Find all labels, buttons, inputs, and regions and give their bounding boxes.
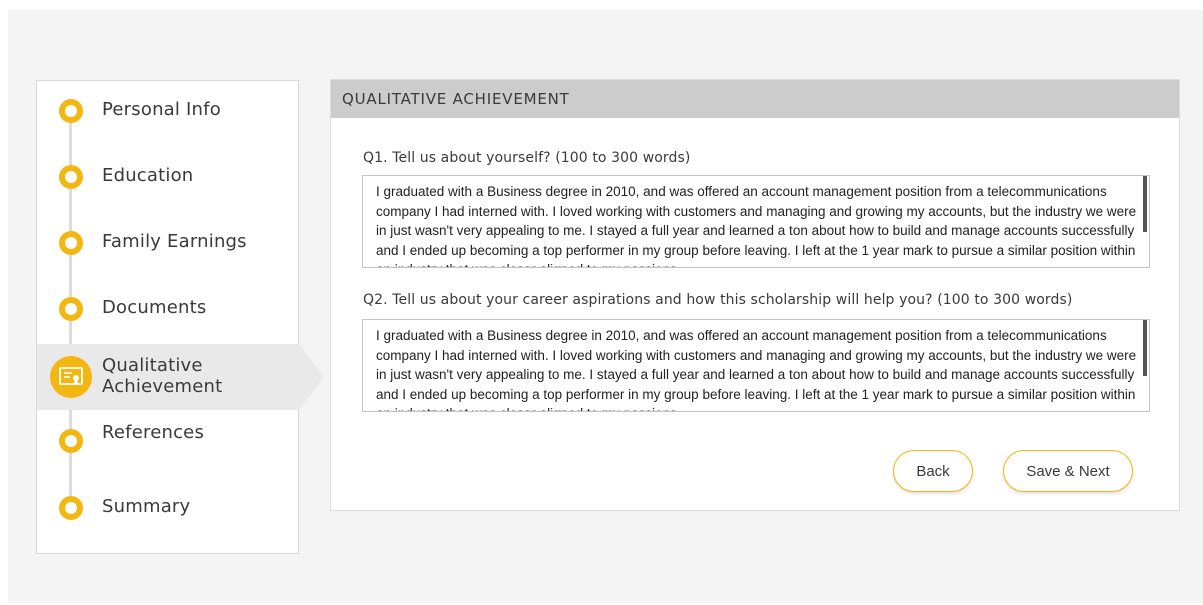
step-education[interactable]: Education [37, 161, 299, 193]
step-label: Qualitative Achievement [102, 355, 222, 397]
scrollbar[interactable] [1143, 176, 1147, 232]
question-2-label: Q2. Tell us about your career aspiration… [363, 292, 1073, 308]
answer-text: I graduated with a Business degree in 20… [376, 184, 1137, 267]
scrollbar[interactable] [1143, 320, 1147, 376]
step-complete-icon [59, 165, 83, 189]
step-complete-icon [59, 297, 83, 321]
step-personal-info[interactable]: Personal Info [37, 95, 299, 127]
step-label: Family Earnings [102, 231, 247, 252]
step-label: Documents [102, 297, 207, 318]
back-button[interactable]: Back [893, 450, 973, 492]
question-2-answer[interactable]: I graduated with a Business degree in 20… [362, 319, 1150, 412]
step-label: Education [102, 165, 194, 186]
qualitative-achievement-form: QUALITATIVE ACHIEVEMENT Q1. Tell us abou… [330, 79, 1180, 511]
step-label: Personal Info [102, 99, 221, 120]
question-1-label: Q1. Tell us about yourself? (100 to 300 … [363, 150, 691, 166]
answer-text: I graduated with a Business degree in 20… [376, 328, 1137, 411]
step-family-earnings[interactable]: Family Earnings [37, 227, 299, 259]
section-title: QUALITATIVE ACHIEVEMENT [331, 80, 1179, 118]
step-label: References [102, 422, 205, 443]
step-pending-icon [59, 496, 83, 520]
step-label-line1: Qualitative [102, 355, 203, 376]
certificate-icon [59, 367, 83, 385]
step-label-line2: Achievement [102, 376, 223, 397]
step-active-indicator [50, 356, 92, 398]
question-1-answer[interactable]: I graduated with a Business degree in 20… [362, 175, 1150, 268]
step-summary[interactable]: Summary [37, 495, 299, 527]
progress-stepper: Personal Info Education Family Earnings … [36, 80, 299, 554]
step-complete-icon [59, 99, 83, 123]
step-documents[interactable]: Documents [37, 293, 299, 325]
step-references[interactable]: References [37, 421, 299, 453]
step-pending-icon [59, 429, 83, 453]
step-complete-icon [59, 231, 83, 255]
step-label: Summary [102, 496, 191, 517]
step-qualitative-achievement[interactable]: Qualitative Achievement [37, 344, 299, 410]
active-step-pointer [299, 344, 324, 410]
save-next-button[interactable]: Save & Next [1003, 450, 1133, 492]
